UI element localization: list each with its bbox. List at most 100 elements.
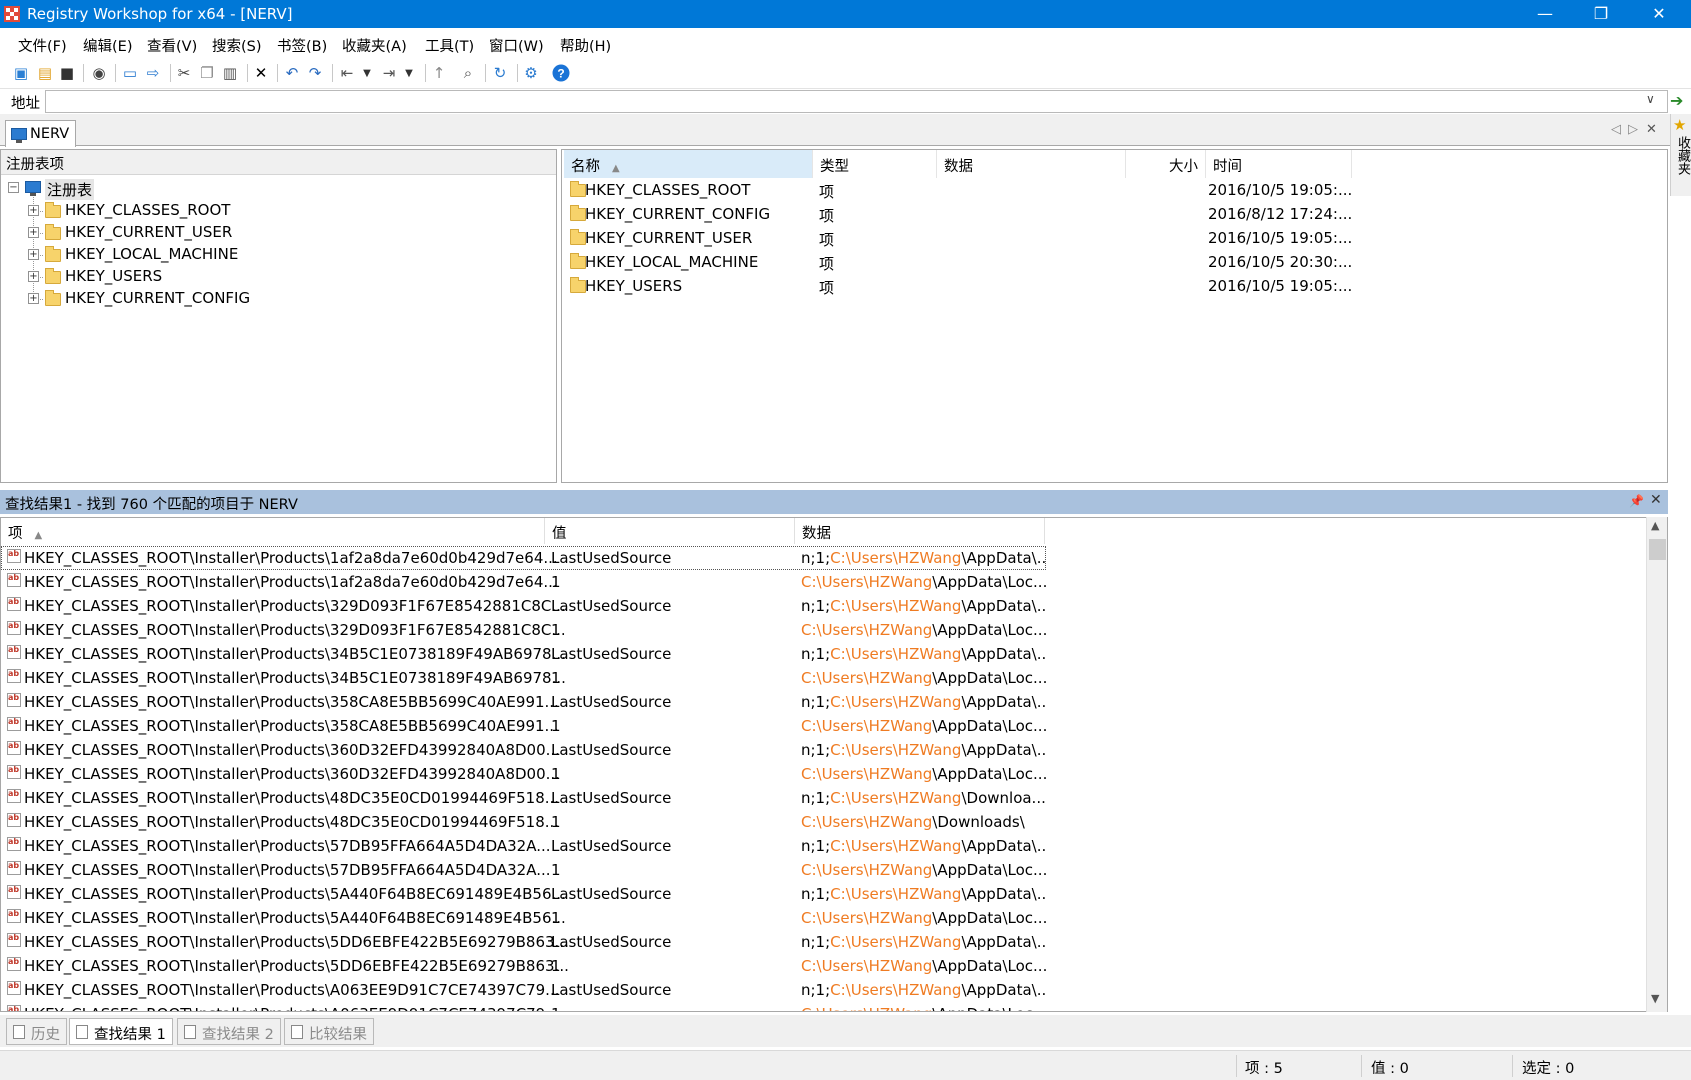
minimize-button[interactable]: — <box>1517 0 1573 28</box>
result-row[interactable]: ab HKEY_CLASSES_ROOT\Installer\Products\3… <box>1 618 1046 642</box>
tree-node-hkey-current-config[interactable]: + HKEY_CURRENT_CONFIG <box>1 287 551 309</box>
result-row[interactable]: ab HKEY_CLASSES_ROOT\Installer\Products\5… <box>1 858 1046 882</box>
column-header-size[interactable]: 大小 <box>1126 150 1206 178</box>
go-arrow-icon[interactable]: ➔ <box>1670 91 1683 110</box>
result-row[interactable]: ab HKEY_CLASSES_ROOT\Installer\Products\5… <box>1 906 1046 930</box>
scroll-thumb[interactable] <box>1649 539 1666 560</box>
tab-search-results-1[interactable]: 查找结果 1 <box>69 1018 173 1045</box>
forward-icon[interactable]: ⇥ <box>378 62 400 84</box>
menu-window[interactable]: 窗口(W) <box>489 35 544 56</box>
menu-favorites[interactable]: 收藏夹(A) <box>342 35 407 56</box>
tree-node-hkey-local-machine[interactable]: + HKEY_LOCAL_MACHINE <box>1 243 551 265</box>
back-icon[interactable]: ⇤ <box>336 62 358 84</box>
close-button[interactable]: ✕ <box>1631 0 1687 28</box>
column-header-item[interactable]: 项 ▲ <box>1 518 545 544</box>
tree-node-hkey-users[interactable]: + HKEY_USERS <box>1 265 551 287</box>
collapse-icon[interactable]: − <box>8 182 19 193</box>
tree-node-hkey-classes-root[interactable]: + HKEY_CLASSES_ROOT <box>1 199 551 221</box>
title-bar[interactable]: Registry Workshop for x64 - [NERV] — ❐ ✕ <box>0 0 1691 28</box>
list-row[interactable]: HKEY_CLASSES_ROOT 项 2016/10/5 19:05:... <box>562 178 1662 202</box>
result-row[interactable]: ab HKEY_CLASSES_ROOT\Installer\Products\4… <box>1 810 1046 834</box>
expand-icon[interactable]: + <box>28 293 39 304</box>
expand-icon[interactable]: + <box>28 271 39 282</box>
tab-history[interactable]: 历史 <box>6 1018 67 1045</box>
result-row[interactable]: ab HKEY_CLASSES_ROOT\Installer\Products\3… <box>1 594 1046 618</box>
tree-node-root[interactable]: − 注册表 <box>1 177 551 200</box>
column-header-time[interactable]: 时间 <box>1206 150 1352 178</box>
result-row[interactable]: ab HKEY_CLASSES_ROOT\Installer\Products\3… <box>1 690 1046 714</box>
restore-button[interactable]: ❐ <box>1573 0 1629 28</box>
delete-icon[interactable]: ✕ <box>250 62 272 84</box>
tab-scroll-right-icon[interactable]: ▷ <box>1628 122 1638 137</box>
folder-icon <box>45 246 61 262</box>
result-row[interactable]: ab HKEY_CLASSES_ROOT\Installer\Products\3… <box>1 642 1046 666</box>
tab-compare-results[interactable]: 比较结果 <box>284 1018 374 1045</box>
refresh-icon[interactable]: ↻ <box>489 62 511 84</box>
tab-close-icon[interactable]: ✕ <box>1646 122 1657 137</box>
help-icon[interactable]: ? <box>550 62 572 84</box>
column-header-name[interactable]: 名称 ▲ <box>564 150 813 178</box>
result-row[interactable]: ab HKEY_CLASSES_ROOT\Installer\Products\3… <box>1 714 1046 738</box>
cut-icon[interactable]: ✂ <box>173 62 195 84</box>
column-header-data[interactable]: 数据 <box>795 518 1045 544</box>
new-icon[interactable]: ▣ <box>10 62 32 84</box>
menu-view[interactable]: 查看(V) <box>147 35 197 56</box>
result-row[interactable]: abHKEY_CLASSES_ROOT\Installer\Products\A… <box>1 1002 1046 1011</box>
settings-icon[interactable]: ⚙ <box>520 62 542 84</box>
list-row[interactable]: HKEY_LOCAL_MACHINE 项 2016/10/5 20:30:... <box>562 250 1662 274</box>
favorites-strip[interactable]: ★ 收藏夹 <box>1670 114 1691 196</box>
results-scrollbar[interactable]: ▲ ▼ <box>1646 517 1667 1012</box>
menu-bookmarks[interactable]: 书签(B) <box>277 35 327 56</box>
pin-icon[interactable]: 📌 <box>1629 494 1644 508</box>
result-row[interactable]: ab HKEY_CLASSES_ROOT\Installer\Products\1… <box>1 546 1046 570</box>
copy-icon[interactable]: ❐ <box>196 62 218 84</box>
find-icon[interactable]: ⌕ <box>457 62 479 84</box>
expand-icon[interactable]: + <box>28 205 39 216</box>
menu-file[interactable]: 文件(F) <box>18 35 67 56</box>
scroll-up-icon[interactable]: ▲ <box>1651 519 1659 532</box>
expand-icon[interactable]: + <box>28 227 39 238</box>
menu-search[interactable]: 搜索(S) <box>212 35 262 56</box>
result-row[interactable]: ab HKEY_CLASSES_ROOT\Installer\Products\1… <box>1 570 1046 594</box>
open-icon[interactable]: ▤ <box>34 62 56 84</box>
column-header-data[interactable]: 数据 <box>937 150 1126 178</box>
menu-edit[interactable]: 编辑(E) <box>83 35 132 56</box>
list-cell-type: 项 <box>819 255 835 273</box>
tab-nerv[interactable]: NERV <box>5 120 76 147</box>
list-row[interactable]: HKEY_CURRENT_CONFIG 项 2016/8/12 17:24:..… <box>562 202 1662 226</box>
list-row[interactable]: HKEY_CURRENT_USER 项 2016/10/5 19:05:... <box>562 226 1662 250</box>
address-input[interactable] <box>45 90 1668 113</box>
result-row[interactable]: ab HKEY_CLASSES_ROOT\Installer\Products\5… <box>1 834 1046 858</box>
screenshot-icon[interactable]: ◉ <box>88 62 110 84</box>
result-row[interactable]: abHKEY_CLASSES_ROOT\Installer\Products\A… <box>1 978 1046 1002</box>
list-row[interactable]: HKEY_USERS 项 2016/10/5 19:05:... <box>562 274 1662 298</box>
back-dropdown-icon[interactable]: ▼ <box>356 62 378 84</box>
forward-dropdown-icon[interactable]: ▼ <box>398 62 420 84</box>
paste-icon[interactable]: ▥ <box>219 62 241 84</box>
result-row[interactable]: ab HKEY_CLASSES_ROOT\Installer\Products\4… <box>1 786 1046 810</box>
close-icon[interactable]: ✕ <box>1650 492 1662 508</box>
result-row[interactable]: ab HKEY_CLASSES_ROOT\Installer\Products\3… <box>1 666 1046 690</box>
result-row[interactable]: ab HKEY_CLASSES_ROOT\Installer\Products\5… <box>1 954 1046 978</box>
column-header-type[interactable]: 类型 <box>813 150 937 178</box>
menu-help[interactable]: 帮助(H) <box>560 35 611 56</box>
tree-node-hkey-current-user[interactable]: + HKEY_CURRENT_USER <box>1 221 551 243</box>
expand-icon[interactable]: + <box>28 249 39 260</box>
tab-search-results-2[interactable]: 查找结果 2 <box>177 1018 281 1045</box>
result-row[interactable]: ab HKEY_CLASSES_ROOT\Installer\Products\3… <box>1 762 1046 786</box>
result-row[interactable]: ab HKEY_CLASSES_ROOT\Installer\Products\5… <box>1 930 1046 954</box>
result-row[interactable]: ab HKEY_CLASSES_ROOT\Installer\Products\5… <box>1 882 1046 906</box>
scroll-down-icon[interactable]: ▼ <box>1651 992 1659 1005</box>
column-header-value[interactable]: 值 <box>545 518 795 544</box>
computer-icon[interactable]: ▭ <box>119 62 141 84</box>
app-icon <box>4 6 20 22</box>
up-icon[interactable]: ↑ <box>428 62 450 84</box>
tab-scroll-left-icon[interactable]: ◁ <box>1611 122 1621 137</box>
export-icon[interactable]: ⇨ <box>142 62 164 84</box>
menu-tools[interactable]: 工具(T) <box>425 35 474 56</box>
result-row[interactable]: ab HKEY_CLASSES_ROOT\Installer\Products\3… <box>1 738 1046 762</box>
address-dropdown-icon[interactable]: ∨ <box>1646 92 1655 106</box>
redo-icon[interactable]: ↷ <box>304 62 326 84</box>
save-icon[interactable]: ■ <box>56 62 78 84</box>
undo-icon[interactable]: ↶ <box>281 62 303 84</box>
